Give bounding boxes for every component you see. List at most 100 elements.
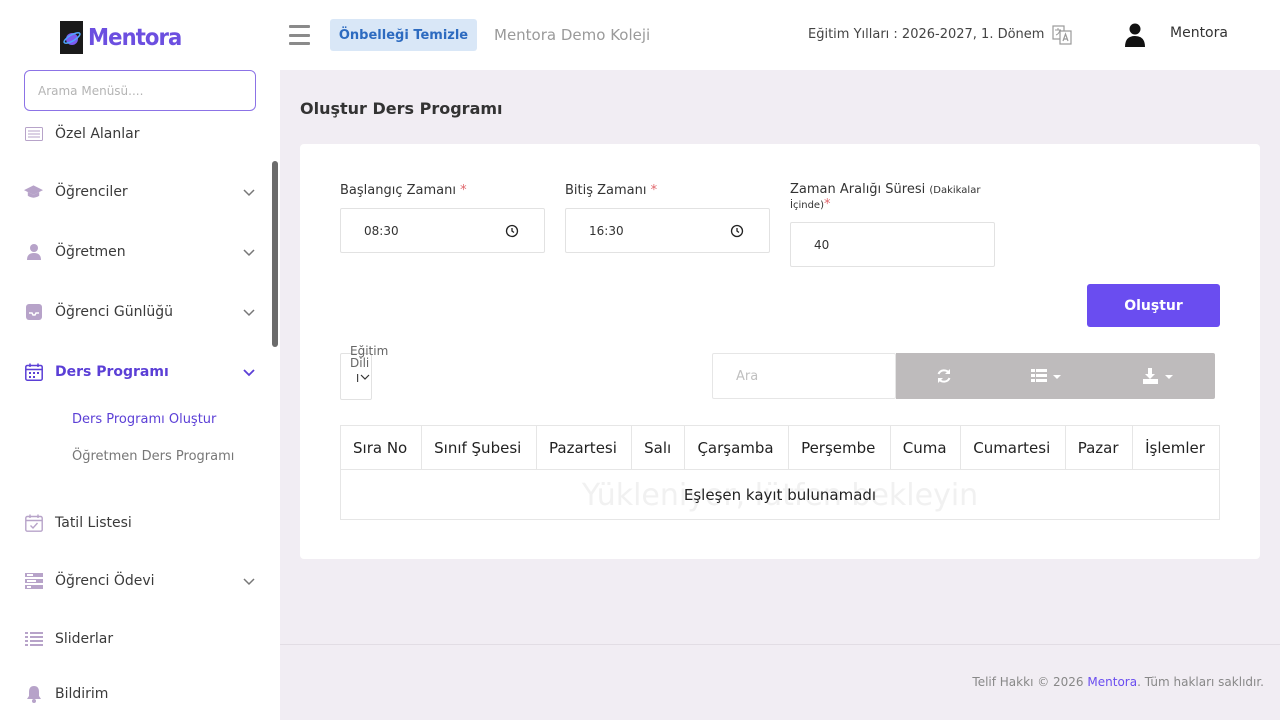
no-records-message: Eşleşen kayıt bulunamadı bbox=[683, 485, 877, 504]
export-button[interactable] bbox=[1102, 353, 1215, 399]
sidebar-item-ogretmen[interactable]: Öğretmen bbox=[24, 238, 256, 266]
interval-label-text: Zaman Aralığı Süresi bbox=[790, 182, 926, 197]
logo-mark-icon bbox=[60, 21, 83, 54]
translate-icon[interactable] bbox=[1052, 25, 1072, 45]
sidebar-item-label: Sliderlar bbox=[55, 631, 114, 647]
column-header[interactable]: Sıra No bbox=[339, 425, 423, 470]
education-year-label: Eğitim Yılları : 2026-2027, 1. Dönem bbox=[808, 27, 1045, 42]
sidebar-item-ozel-alanlar[interactable]: Özel Alanlar bbox=[24, 120, 256, 148]
end-time-label: Bitiş Zamanı * bbox=[565, 183, 657, 198]
sidebar-item-label: Öğrenciler bbox=[55, 184, 128, 200]
schedule-form-card: Başlangıç Zamanı * 08:30 Bitiş Zamanı * … bbox=[300, 144, 1260, 559]
table-header-row: Sıra No Sınıf Şubesi Pazartesi Salı Çarş… bbox=[339, 425, 1220, 470]
education-language-value: I bbox=[356, 372, 360, 385]
footer-copyright: Telif Hakkı © 2026 bbox=[972, 675, 1088, 689]
sidebar-item-sliderlar[interactable]: Sliderlar bbox=[24, 625, 256, 653]
chevron-down-icon bbox=[243, 249, 255, 257]
schedule-table: Sıra No Sınıf Şubesi Pazartesi Salı Çarş… bbox=[339, 425, 1220, 520]
chevron-down-icon bbox=[243, 189, 255, 197]
bell-icon bbox=[24, 685, 43, 704]
chevron-down-icon bbox=[243, 369, 255, 377]
column-header[interactable]: Perşembe bbox=[788, 425, 891, 470]
list-columns-icon bbox=[1031, 369, 1061, 382]
sidebar-scrollbar[interactable] bbox=[272, 161, 278, 347]
sidebar-item-bildirim[interactable]: Bildirim bbox=[24, 680, 256, 708]
table-row: Yükleniyor, lütfen bekleyin Eşleşen kayı… bbox=[340, 469, 1220, 520]
sidebar-item-ogrenci-gunlugu[interactable]: Öğrenci Günlüğü bbox=[24, 298, 256, 326]
footer-brand-link[interactable]: Mentora bbox=[1087, 675, 1137, 689]
calendar-check-icon bbox=[24, 514, 43, 533]
clock-icon[interactable] bbox=[730, 224, 744, 238]
page-title: Oluştur Ders Programı bbox=[300, 99, 503, 118]
chevron-down-icon bbox=[243, 309, 255, 317]
interval-input[interactable]: 40 bbox=[790, 222, 995, 267]
end-time-input[interactable]: 16:30 bbox=[565, 208, 770, 253]
footer-rights: . Tüm hakları saklıdır. bbox=[1137, 675, 1264, 689]
user-icon bbox=[24, 243, 43, 262]
sidebar-item-label: Öğrenci Günlüğü bbox=[55, 304, 173, 320]
start-time-label: Başlangıç Zamanı * bbox=[340, 183, 467, 198]
sidebar-item-label: Özel Alanlar bbox=[55, 126, 140, 142]
education-language-label-line: Dili bbox=[350, 356, 370, 370]
school-name: Mentora Demo Koleji bbox=[494, 26, 651, 44]
sidebar-item-label: Bildirim bbox=[55, 686, 109, 702]
sidebar-item-label: Tatil Listesi bbox=[55, 515, 132, 531]
tasks-icon bbox=[24, 572, 43, 591]
interval-hint-2: İçinde) bbox=[790, 200, 824, 211]
table-toolbar-buttons bbox=[896, 353, 1215, 399]
sidebar-item-ogrenci-odevi[interactable]: Öğrenci Ödevi bbox=[24, 567, 256, 595]
user-name[interactable]: Mentora bbox=[1170, 25, 1228, 41]
refresh-button[interactable] bbox=[896, 353, 992, 399]
refresh-icon bbox=[937, 369, 951, 383]
empty-table-cell: Yükleniyor, lütfen bekleyin Eşleşen kayı… bbox=[340, 469, 1220, 520]
interval-label: Zaman Aralığı Süresi (Dakikalar İçinde)* bbox=[790, 183, 1000, 213]
interval-value: 40 bbox=[814, 237, 830, 252]
sidebar-item-label: Öğrenci Ödevi bbox=[55, 573, 155, 589]
start-time-input[interactable]: 08:30 bbox=[340, 208, 545, 253]
column-header[interactable]: Cuma bbox=[889, 425, 962, 470]
chevron-down-icon bbox=[360, 374, 370, 380]
required-mark: * bbox=[823, 197, 831, 212]
columns-toggle-button[interactable] bbox=[992, 353, 1102, 399]
list-icon bbox=[24, 125, 43, 144]
footer-divider bbox=[280, 644, 1280, 645]
sidebar-item-tatil-listesi[interactable]: Tatil Listesi bbox=[24, 509, 256, 537]
column-header[interactable]: Pazartesi bbox=[536, 425, 633, 470]
graduation-cap-icon bbox=[24, 183, 43, 202]
end-time-label-text: Bitiş Zamanı bbox=[565, 183, 647, 198]
top-header: Önbelleği Temizle Mentora Demo Koleji Eğ… bbox=[280, 0, 1280, 70]
sidebar-subitem-ders-programi-olustur[interactable]: Ders Programı Oluştur bbox=[72, 412, 216, 427]
inbox-icon bbox=[24, 303, 43, 322]
user-avatar-icon[interactable] bbox=[1125, 23, 1145, 47]
sidebar-item-ders-programi[interactable]: Ders Programı bbox=[24, 358, 256, 386]
sidebar-search-input[interactable] bbox=[24, 70, 256, 111]
end-time-value: 16:30 bbox=[589, 223, 624, 238]
column-header[interactable]: Pazar bbox=[1064, 425, 1134, 470]
sidebar: Mentora Özel Alanlar Öğrenciler Öğretmen… bbox=[0, 0, 280, 720]
interval-hint: (Dakikalar bbox=[929, 185, 981, 196]
column-header[interactable]: İşlemler bbox=[1132, 425, 1220, 470]
table-search-input[interactable] bbox=[712, 353, 896, 399]
list-lines-icon bbox=[24, 630, 43, 649]
start-time-label-text: Başlangıç Zamanı bbox=[340, 183, 456, 198]
logo-text: Mentora bbox=[88, 24, 182, 51]
education-language-label: Eğitim Dili bbox=[350, 345, 410, 369]
column-header[interactable]: Sınıf Şubesi bbox=[421, 425, 538, 470]
hamburger-menu-icon[interactable] bbox=[289, 25, 310, 45]
clear-cache-button[interactable]: Önbelleği Temizle bbox=[330, 19, 477, 51]
footer: Telif Hakkı © 2026 Mentora. Tüm hakları … bbox=[972, 675, 1264, 689]
sidebar-item-ogrenciler[interactable]: Öğrenciler bbox=[24, 178, 256, 206]
sidebar-subitem-ogretmen-ders-programi[interactable]: Öğretmen Ders Programı bbox=[72, 449, 234, 464]
calendar-icon bbox=[24, 363, 43, 382]
column-header[interactable]: Cumartesi bbox=[960, 425, 1066, 470]
brand-logo[interactable]: Mentora bbox=[60, 21, 190, 54]
download-icon bbox=[1142, 368, 1173, 384]
sidebar-item-label: Ders Programı bbox=[55, 364, 169, 380]
sidebar-item-label: Öğretmen bbox=[55, 244, 126, 260]
column-header[interactable]: Salı bbox=[631, 425, 686, 470]
chevron-down-icon bbox=[243, 578, 255, 586]
create-button[interactable]: Oluştur bbox=[1087, 284, 1220, 327]
column-header[interactable]: Çarşamba bbox=[684, 425, 790, 470]
required-mark: * bbox=[650, 183, 658, 198]
clock-icon[interactable] bbox=[505, 224, 519, 238]
